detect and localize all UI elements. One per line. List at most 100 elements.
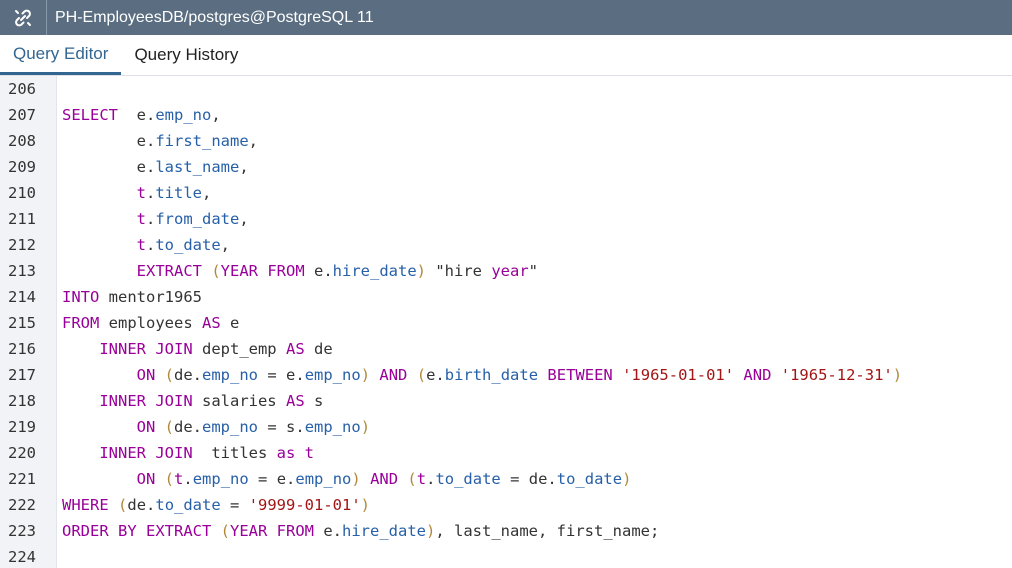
code-text[interactable]: e.last_name, xyxy=(56,154,249,180)
line-number: 220 xyxy=(8,444,36,462)
code-token: AND xyxy=(379,366,408,384)
code-text[interactable]: INTO mentor1965 xyxy=(56,284,202,310)
code-token: title xyxy=(155,184,203,202)
code-token: ON xyxy=(136,366,156,384)
code-line[interactable]: 221 ON (t.emp_no = e.emp_no) AND (t.to_d… xyxy=(0,466,1012,492)
code-token: ( xyxy=(164,418,175,436)
code-line[interactable]: 223 ORDER BY EXTRACT (YEAR FROM e.hire_da… xyxy=(0,518,1012,544)
code-line[interactable]: 218 INNER JOIN salaries AS s xyxy=(0,388,1012,414)
code-line[interactable]: 216 INNER JOIN dept_emp AS de xyxy=(0,336,1012,362)
code-line[interactable]: 207 SELECT e.emp_no, xyxy=(0,102,1012,128)
line-number: 212 xyxy=(8,236,36,254)
code-text[interactable]: e.first_name, xyxy=(56,128,258,154)
code-text[interactable]: INNER JOIN dept_emp AS de xyxy=(56,336,332,362)
code-token: e. xyxy=(118,106,156,124)
line-number: 210 xyxy=(8,184,36,202)
code-text[interactable]: t.from_date, xyxy=(56,206,249,232)
code-token: t xyxy=(136,210,146,228)
line-number: 219 xyxy=(8,418,36,436)
tab-query-history[interactable]: Query History xyxy=(121,35,251,75)
code-line[interactable]: 215 FROM employees AS e xyxy=(0,310,1012,336)
code-text[interactable]: INNER JOIN titles as t xyxy=(56,440,314,466)
code-line[interactable]: 209 e.last_name, xyxy=(0,154,1012,180)
code-token: BETWEEN xyxy=(547,366,613,384)
code-token: emp_no xyxy=(304,418,361,436)
code-token: YEAR FROM xyxy=(230,522,315,540)
code-line[interactable]: 219 ON (de.emp_no = s.emp_no) xyxy=(0,414,1012,440)
code-token: t xyxy=(136,184,146,202)
code-token: year xyxy=(491,262,529,280)
code-token: hire_date xyxy=(342,522,427,540)
code-token: = e. xyxy=(258,366,305,384)
code-text[interactable] xyxy=(56,76,62,102)
line-number: 222 xyxy=(8,496,36,514)
code-token: hire_date xyxy=(332,262,417,280)
code-line[interactable]: 217 ON (de.emp_no = e.emp_no) AND (e.bir… xyxy=(0,362,1012,388)
code-token: t xyxy=(136,236,146,254)
code-line[interactable]: 211 t.from_date, xyxy=(0,206,1012,232)
code-line[interactable]: 210 t.title, xyxy=(0,180,1012,206)
code-text[interactable]: t.title, xyxy=(56,180,212,206)
code-line[interactable]: 220 INNER JOIN titles as t xyxy=(0,440,1012,466)
code-token: to_date xyxy=(155,236,221,254)
code-token: . xyxy=(146,236,156,254)
code-line[interactable]: 213 EXTRACT (YEAR FROM e.hire_date) "hir… xyxy=(0,258,1012,284)
code-token: ON xyxy=(136,470,156,488)
code-text[interactable]: EXTRACT (YEAR FROM e.hire_date) "hire ye… xyxy=(56,258,538,284)
line-number: 217 xyxy=(8,366,36,384)
code-text[interactable]: t.to_date, xyxy=(56,232,230,258)
code-token: t xyxy=(416,470,427,488)
code-token: AND xyxy=(370,470,399,488)
code-lines[interactable]: 206 207 SELECT e.emp_no, 208 e.first_name, 2… xyxy=(0,76,1012,568)
code-token: from_date xyxy=(155,210,240,228)
code-token: INNER JOIN xyxy=(99,340,193,358)
code-token: salaries xyxy=(192,392,286,410)
code-text[interactable]: INNER JOIN salaries AS s xyxy=(56,388,323,414)
code-line[interactable]: 224 xyxy=(0,544,1012,568)
code-token: ( xyxy=(164,366,175,384)
code-text[interactable] xyxy=(56,544,62,568)
link-icon[interactable] xyxy=(0,0,47,35)
code-text[interactable]: SELECT e.emp_no, xyxy=(56,102,221,128)
code-token: e. xyxy=(62,132,156,150)
code-text[interactable]: ON (de.emp_no = e.emp_no) AND (e.birth_d… xyxy=(56,362,902,388)
code-token: ) xyxy=(416,262,427,280)
code-line[interactable]: 208 e.first_name, xyxy=(0,128,1012,154)
code-text[interactable]: ORDER BY EXTRACT (YEAR FROM e.hire_date)… xyxy=(56,518,659,544)
query-editor[interactable]: 206 207 SELECT e.emp_no, 208 e.first_name, 2… xyxy=(0,76,1012,568)
code-text[interactable]: WHERE (de.to_date = '9999-01-01') xyxy=(56,492,370,518)
code-line[interactable]: 206 xyxy=(0,76,1012,102)
code-token: WHERE xyxy=(62,496,109,514)
code-token: t xyxy=(174,470,184,488)
code-token: ) xyxy=(426,522,436,540)
tab-query-editor[interactable]: Query Editor xyxy=(0,35,122,75)
line-number: 224 xyxy=(8,548,36,566)
code-token: last_name xyxy=(155,158,240,176)
code-token: . xyxy=(146,184,156,202)
code-token: emp_no xyxy=(192,470,249,488)
line-number: 221 xyxy=(8,470,36,488)
line-number: 215 xyxy=(8,314,36,332)
code-token: ) xyxy=(360,418,371,436)
code-line[interactable]: 222 WHERE (de.to_date = '9999-01-01') xyxy=(0,492,1012,518)
code-text[interactable]: ON (de.emp_no = s.emp_no) xyxy=(56,414,370,440)
code-token: = xyxy=(220,496,249,514)
code-token: ) xyxy=(622,470,632,488)
code-text[interactable]: ON (t.emp_no = e.emp_no) AND (t.to_date … xyxy=(56,466,632,492)
code-line[interactable]: 214 INTO mentor1965 xyxy=(0,284,1012,310)
code-token: t xyxy=(304,444,315,462)
code-text[interactable]: FROM employees AS e xyxy=(56,310,239,336)
code-line[interactable]: 212 t.to_date, xyxy=(0,232,1012,258)
code-token: " xyxy=(528,262,539,280)
code-token: = de. xyxy=(500,470,557,488)
code-token: employees xyxy=(99,314,202,332)
code-token: ( xyxy=(164,470,175,488)
code-token: emp_no xyxy=(155,106,212,124)
